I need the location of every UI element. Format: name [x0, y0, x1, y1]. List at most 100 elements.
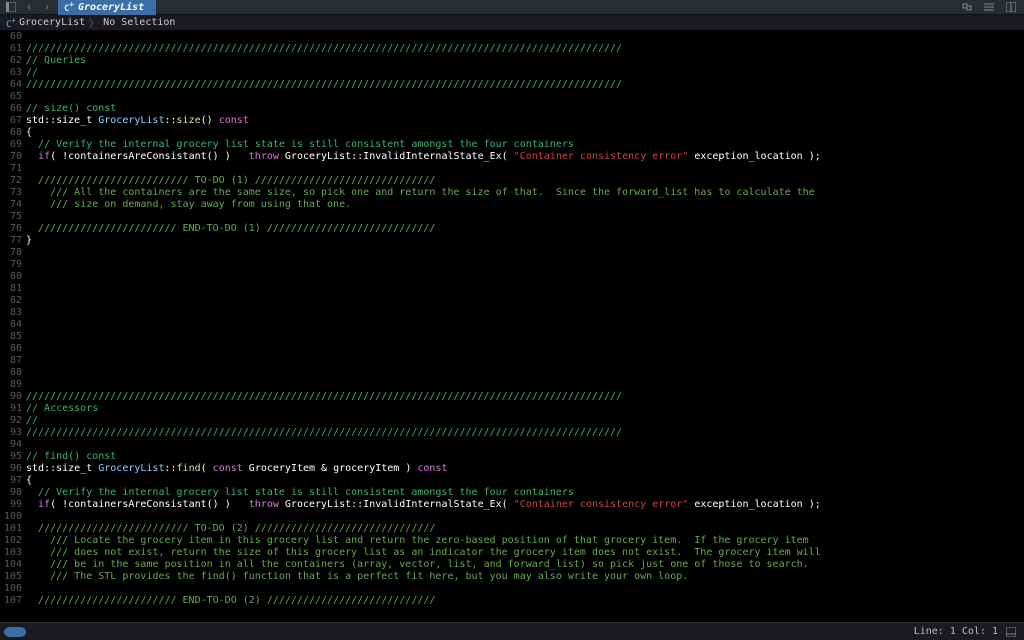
code-line[interactable]: /////////////////////// END-TO-DO (1) //… [26, 223, 1024, 235]
code-line[interactable] [26, 319, 1024, 331]
line-number: 98 [0, 487, 22, 499]
cursor-position: Line: 1 Col: 1 [914, 626, 998, 637]
code-line[interactable]: ////////////////////////////////////////… [26, 391, 1024, 403]
code-line[interactable] [26, 91, 1024, 103]
code-line[interactable]: /// does not exist, return the size of t… [26, 547, 1024, 559]
breadcrumb[interactable]: C+ GroceryList 〉 No Selection [0, 15, 1024, 31]
line-number: 87 [0, 355, 22, 367]
code-line[interactable] [26, 247, 1024, 259]
code-line[interactable] [26, 439, 1024, 451]
code-line[interactable] [26, 379, 1024, 391]
code-line[interactable] [26, 583, 1024, 595]
code-line[interactable]: // Accessors [26, 403, 1024, 415]
line-number: 67 [0, 115, 22, 127]
line-number: 62 [0, 55, 22, 67]
line-number: 64 [0, 79, 22, 91]
line-number: 92 [0, 415, 22, 427]
code-line[interactable]: // size() const [26, 103, 1024, 115]
sidebar-toggle-icon[interactable] [4, 0, 18, 14]
cpp-file-icon: C+ [64, 0, 74, 14]
line-number: 102 [0, 535, 22, 547]
code-line[interactable] [26, 511, 1024, 523]
line-number: 96 [0, 463, 22, 475]
line-number: 93 [0, 427, 22, 439]
line-number-gutter: 6061626364656667686970717273747576777879… [0, 31, 26, 622]
code-line[interactable]: if( !containersAreConsistant() ) throw G… [26, 151, 1024, 163]
code-line[interactable] [26, 163, 1024, 175]
topbar: ‹ › C+ GroceryList [0, 0, 1024, 15]
topbar-left: ‹ › C+ GroceryList [0, 0, 156, 15]
line-number: 97 [0, 475, 22, 487]
breadcrumb-selection: No Selection [103, 17, 175, 28]
code-line[interactable] [26, 31, 1024, 43]
code-line[interactable] [26, 331, 1024, 343]
code-line[interactable]: ///////////////////////// TO-DO (1) ////… [26, 175, 1024, 187]
line-number: 66 [0, 103, 22, 115]
code-line[interactable] [26, 283, 1024, 295]
code-line[interactable] [26, 211, 1024, 223]
line-number: 65 [0, 91, 22, 103]
code-line[interactable]: std::size_t GroceryList::find( const Gro… [26, 463, 1024, 475]
line-number: 73 [0, 187, 22, 199]
code-line[interactable]: if( !containersAreConsistant() ) throw G… [26, 499, 1024, 511]
line-number: 106 [0, 583, 22, 595]
statusbar: Line: 1 Col: 1 [0, 622, 1024, 640]
adjust-editor-icon[interactable] [982, 0, 996, 14]
line-number: 99 [0, 499, 22, 511]
line-number: 74 [0, 199, 22, 211]
code-line[interactable]: ////////////////////////////////////////… [26, 79, 1024, 91]
code-line[interactable]: /// The STL provides the find() function… [26, 571, 1024, 583]
split-editor-icon[interactable] [1004, 0, 1018, 14]
line-number: 82 [0, 295, 22, 307]
line-number: 103 [0, 547, 22, 559]
code-line[interactable] [26, 307, 1024, 319]
line-number: 94 [0, 439, 22, 451]
code-line[interactable]: // Verify the internal grocery list stat… [26, 487, 1024, 499]
code-line[interactable] [26, 343, 1024, 355]
line-number: 77 [0, 235, 22, 247]
counterpart-icon[interactable] [960, 0, 974, 14]
panel-icon[interactable] [1004, 625, 1018, 639]
line-number: 68 [0, 127, 22, 139]
line-number: 104 [0, 559, 22, 571]
editor[interactable]: 6061626364656667686970717273747576777879… [0, 31, 1024, 622]
code-line[interactable]: // [26, 415, 1024, 427]
code-line[interactable]: /// Locate the grocery item in this groc… [26, 535, 1024, 547]
code-line[interactable]: /// All the containers are the same size… [26, 187, 1024, 199]
line-number: 76 [0, 223, 22, 235]
nav-forward-icon[interactable]: › [40, 0, 54, 14]
line-number: 75 [0, 211, 22, 223]
code-line[interactable]: { [26, 127, 1024, 139]
code-line[interactable]: } [26, 235, 1024, 247]
code-line[interactable]: /// be in the same position in all the c… [26, 559, 1024, 571]
status-indicator[interactable] [4, 627, 26, 637]
code-line[interactable] [26, 271, 1024, 283]
line-number: 78 [0, 247, 22, 259]
code-line[interactable]: ////////////////////////////////////////… [26, 427, 1024, 439]
line-number: 69 [0, 139, 22, 151]
statusbar-right: Line: 1 Col: 1 [914, 625, 1024, 639]
nav-back-icon[interactable]: ‹ [22, 0, 36, 14]
code-line[interactable]: std::size_t GroceryList::size() const [26, 115, 1024, 127]
code-line[interactable]: // find() const [26, 451, 1024, 463]
code-line[interactable]: { [26, 475, 1024, 487]
code-line[interactable]: /// size on demand, stay away from using… [26, 199, 1024, 211]
line-number: 86 [0, 343, 22, 355]
code-area[interactable]: ////////////////////////////////////////… [26, 31, 1024, 622]
cpp-file-icon: C+ [6, 16, 16, 30]
code-line[interactable] [26, 259, 1024, 271]
code-line[interactable] [26, 295, 1024, 307]
line-number: 84 [0, 319, 22, 331]
active-tab[interactable]: C+ GroceryList [58, 0, 156, 15]
code-line[interactable]: ///////////////////////// TO-DO (2) ////… [26, 523, 1024, 535]
line-number: 85 [0, 331, 22, 343]
code-line[interactable]: /////////////////////// END-TO-DO (2) //… [26, 595, 1024, 607]
code-line[interactable] [26, 367, 1024, 379]
line-number: 71 [0, 163, 22, 175]
code-line[interactable]: // Queries [26, 55, 1024, 67]
code-line[interactable]: // Verify the internal grocery list stat… [26, 139, 1024, 151]
code-line[interactable]: ////////////////////////////////////////… [26, 43, 1024, 55]
code-line[interactable] [26, 355, 1024, 367]
line-number: 61 [0, 43, 22, 55]
code-line[interactable]: // [26, 67, 1024, 79]
